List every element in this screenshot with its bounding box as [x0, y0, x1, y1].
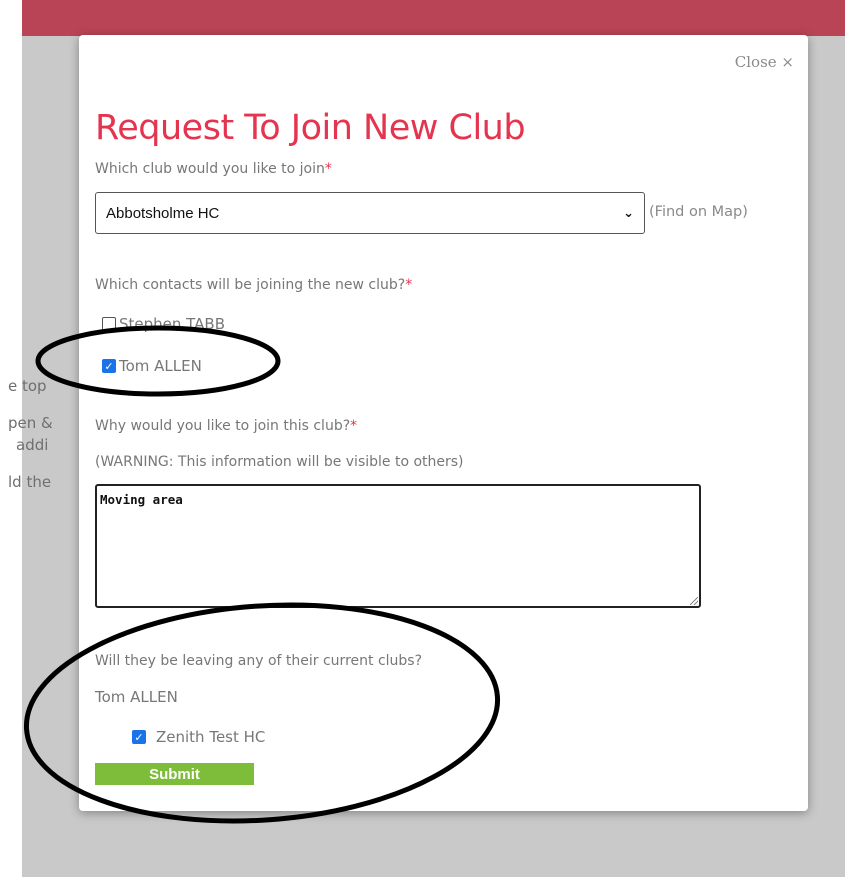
leaving-club-checkbox[interactable]: ✓ [132, 730, 146, 744]
close-button[interactable]: Close × [735, 53, 794, 71]
reason-textarea[interactable]: Moving area [95, 484, 701, 608]
background-text: ld the [8, 473, 52, 491]
top-nav-bar [22, 0, 845, 36]
club-question-label: Which club would you like to join* [95, 161, 332, 177]
club-select-value: Abbotsholme HC [106, 204, 220, 222]
contacts-question-label: Which contacts will be joining the new c… [95, 277, 413, 293]
leaving-club-name: Zenith Test HC [156, 728, 266, 746]
find-on-map-link[interactable]: (Find on Map) [649, 204, 748, 220]
background-text: addi [16, 436, 49, 454]
contact-name: Stephen TABB [119, 315, 226, 333]
leaving-club-row[interactable]: ✓ Zenith Test HC [132, 728, 265, 746]
background-text: e top [8, 377, 47, 395]
contact-row[interactable]: ✓ Tom ALLEN [102, 357, 202, 375]
join-club-modal: Close × Request To Join New Club Which c… [79, 35, 808, 811]
leaving-contact-name: Tom ALLEN [95, 688, 178, 706]
reason-question-label: Why would you like to join this club?* [95, 418, 358, 434]
leaving-question-label: Will they be leaving any of their curren… [95, 653, 423, 669]
chevron-down-icon: ⌄ [623, 205, 634, 221]
reason-text: Moving area [100, 492, 183, 507]
club-select[interactable]: Abbotsholme HC ⌄ [95, 192, 645, 234]
required-marker: * [350, 418, 358, 434]
required-marker: * [405, 277, 413, 293]
contact-checkbox[interactable] [102, 317, 116, 331]
required-marker: * [324, 161, 332, 177]
background-text: pen & [8, 414, 53, 432]
submit-button[interactable]: Submit [95, 763, 254, 785]
modal-title: Request To Join New Club [95, 108, 526, 148]
reason-warning-text: (WARNING: This information will be visib… [95, 454, 464, 470]
contact-name: Tom ALLEN [119, 357, 202, 375]
contact-checkbox[interactable]: ✓ [102, 359, 116, 373]
contact-row[interactable]: Stephen TABB [102, 315, 225, 333]
resize-handle-icon[interactable] [690, 597, 698, 605]
